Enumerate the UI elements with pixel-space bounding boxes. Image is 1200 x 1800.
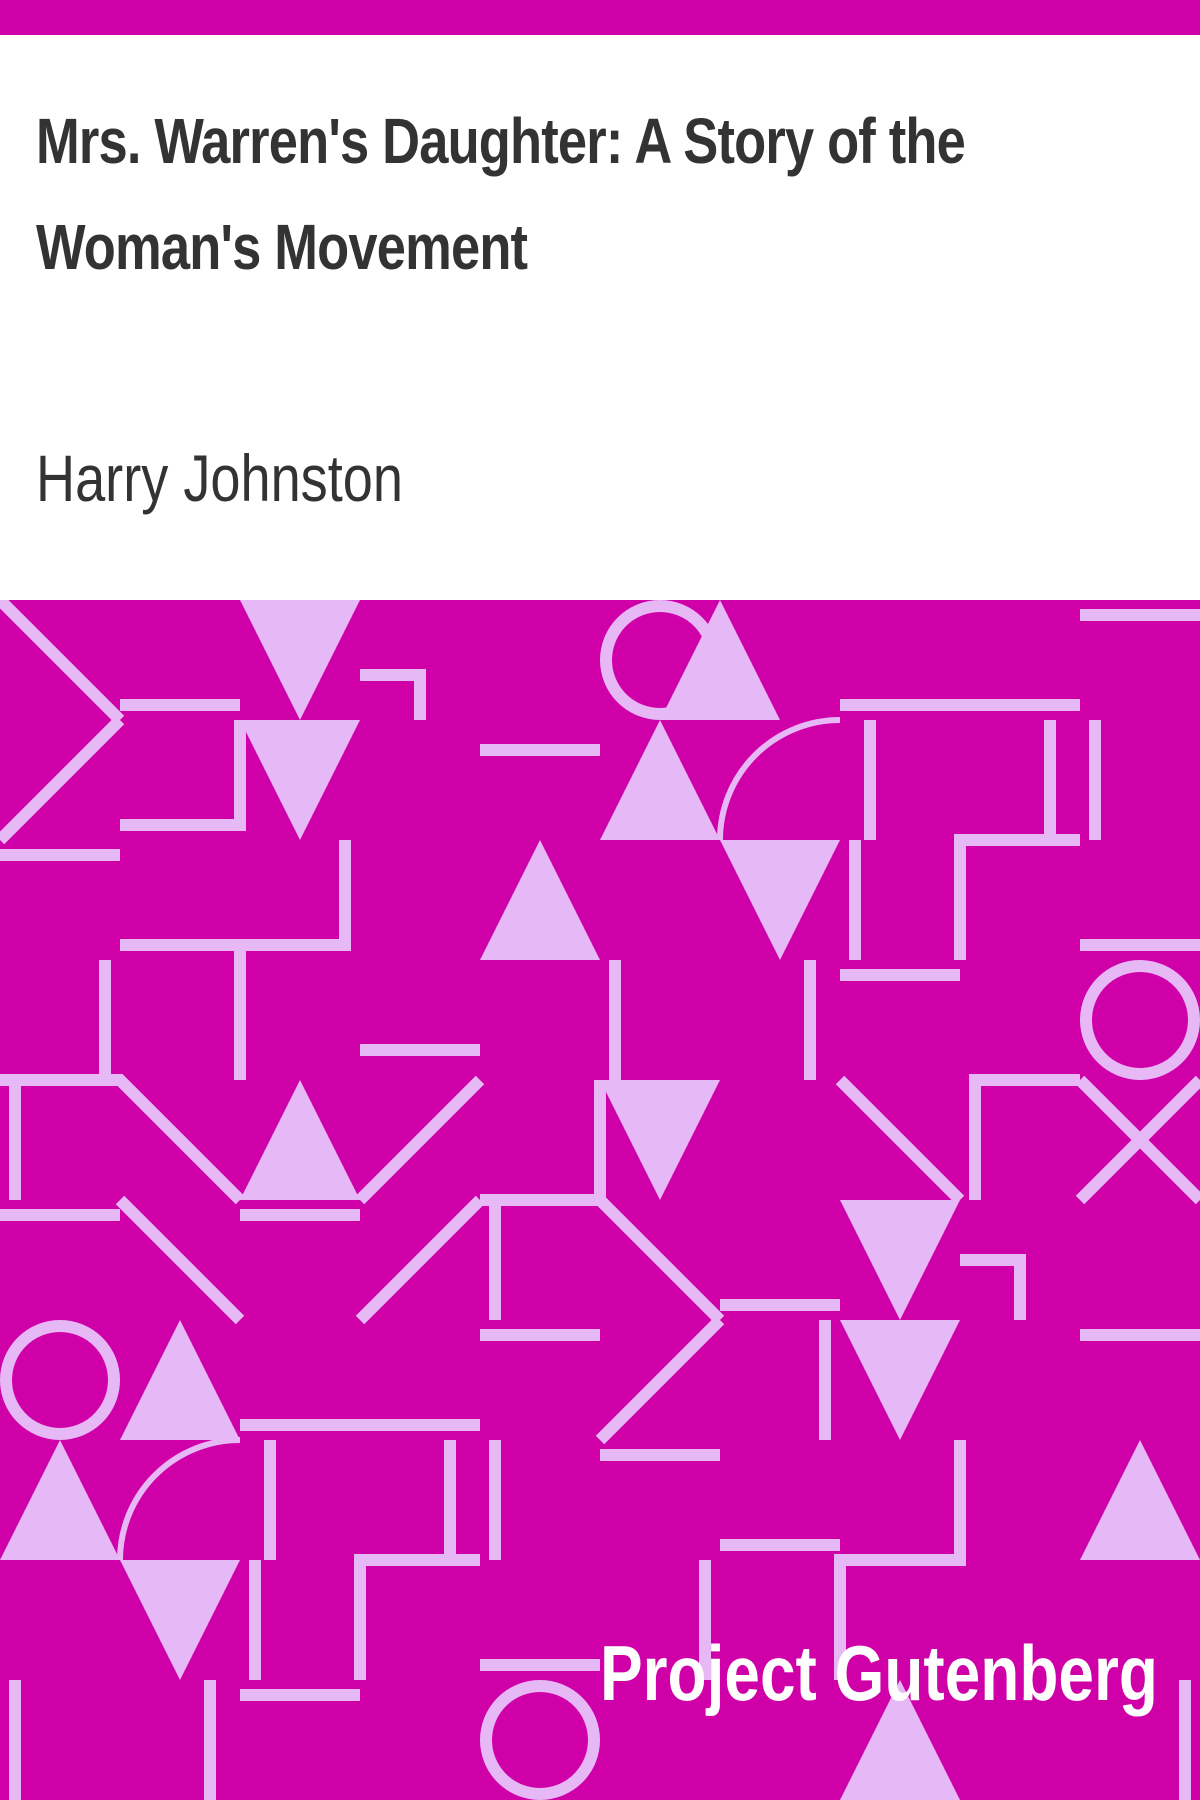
cover-pattern: [0, 600, 1200, 1800]
publisher-name: Project Gutenberg: [600, 1629, 1158, 1717]
title-block: Mrs. Warren's Daughter: A Story of the W…: [36, 88, 1156, 300]
book-author: Harry Johnston: [36, 441, 403, 515]
book-title: Mrs. Warren's Daughter: A Story of the W…: [36, 88, 1159, 300]
top-accent-bar: [0, 0, 1200, 35]
book-title-line-2: Woman's Movement: [36, 211, 528, 283]
book-title-line-1: Mrs. Warren's Daughter: A Story of the: [36, 105, 966, 177]
